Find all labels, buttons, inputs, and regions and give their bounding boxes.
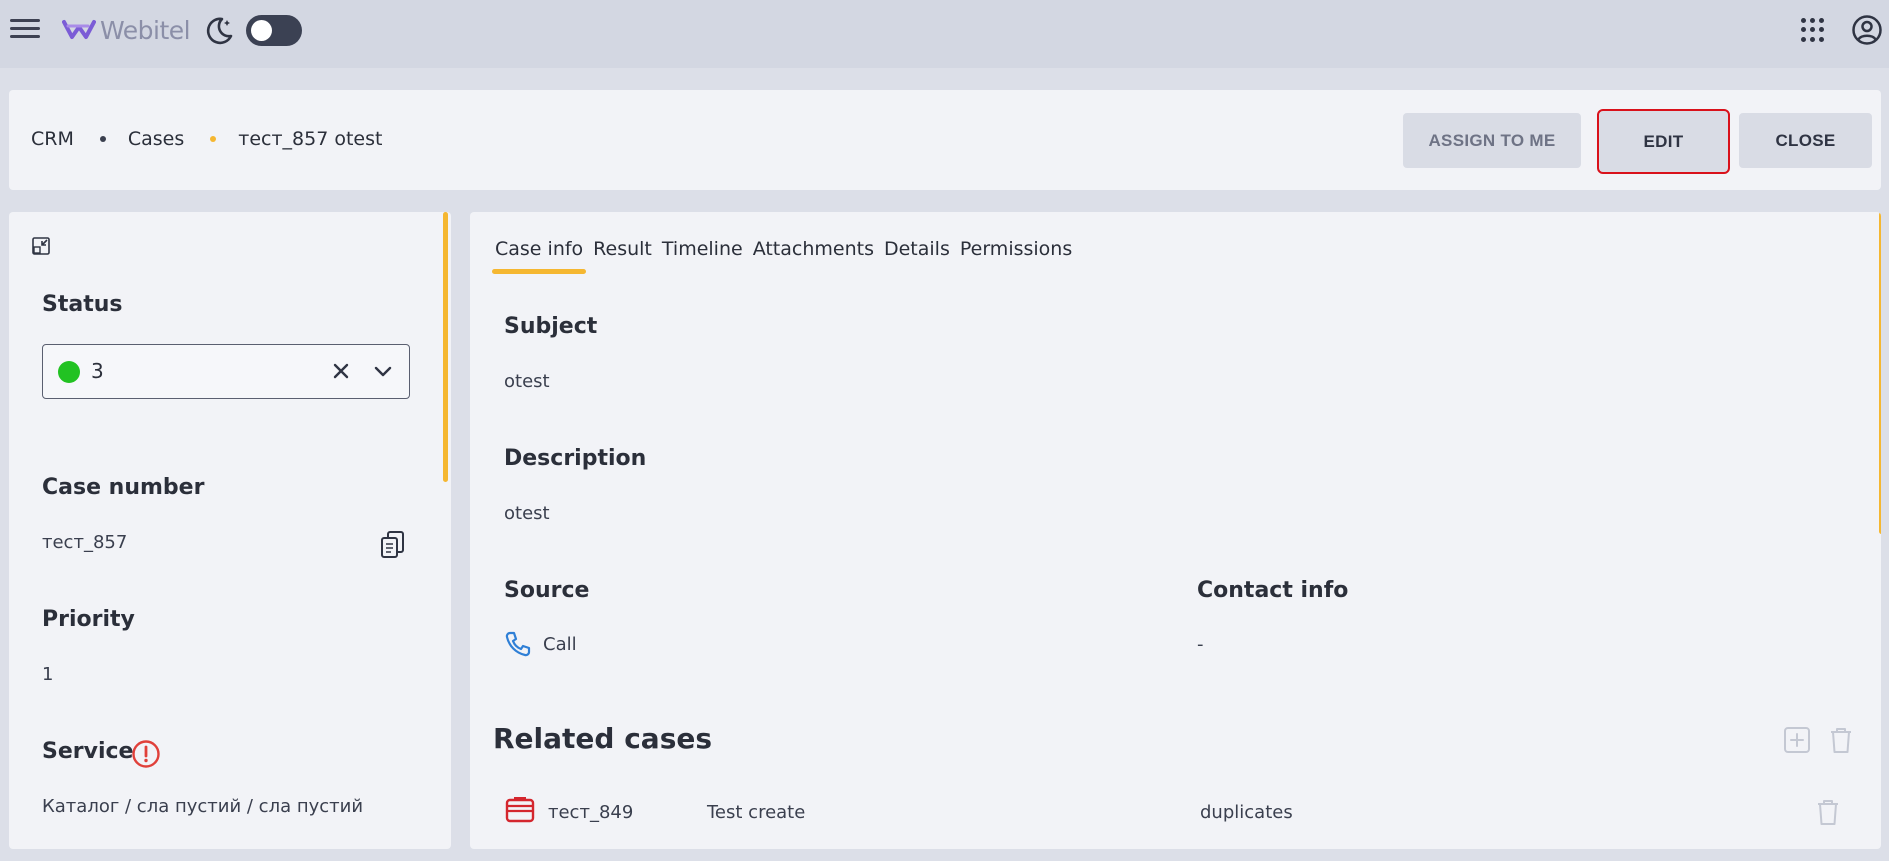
status-color-dot bbox=[58, 361, 80, 383]
related-case-subject: Test create bbox=[707, 802, 806, 823]
breadcrumb: CRM Cases тест_857 otest bbox=[31, 128, 382, 150]
description-value: otest bbox=[504, 503, 550, 524]
subject-value: otest bbox=[504, 371, 550, 392]
related-cases-title: Related cases bbox=[493, 722, 713, 755]
source-value: Call bbox=[543, 634, 577, 655]
subject-label: Subject bbox=[504, 314, 598, 339]
status-value: 3 bbox=[91, 359, 104, 383]
related-case-number[interactable]: тест_849 bbox=[548, 802, 633, 823]
source-label: Source bbox=[504, 578, 590, 603]
tab-permissions[interactable]: Permissions bbox=[960, 238, 1072, 274]
case-sidebar: Status 3 Case number тест_857 Priority 1… bbox=[9, 212, 451, 849]
trash-icon[interactable] bbox=[1827, 725, 1855, 755]
related-case-relation: duplicates bbox=[1200, 802, 1293, 823]
case-tabs: Case info Result Timeline Attachments De… bbox=[491, 238, 1072, 274]
webitel-logo-icon bbox=[62, 20, 96, 39]
breadcrumb-cases[interactable]: Cases bbox=[128, 128, 184, 150]
priority-label: Priority bbox=[42, 607, 135, 632]
breadcrumb-current: тест_857 otest bbox=[238, 128, 383, 150]
breadcrumb-separator bbox=[210, 136, 217, 142]
account-icon[interactable] bbox=[1851, 14, 1883, 46]
tab-result[interactable]: Result bbox=[593, 238, 652, 274]
case-number-value: тест_857 bbox=[42, 532, 128, 553]
case-number-label: Case number bbox=[42, 475, 205, 500]
phone-icon bbox=[505, 631, 531, 657]
sidebar-scrollbar[interactable] bbox=[443, 212, 448, 482]
collapse-icon[interactable] bbox=[31, 236, 51, 256]
status-label: Status bbox=[42, 292, 123, 317]
menu-icon[interactable] bbox=[10, 14, 42, 44]
chevron-down-icon[interactable] bbox=[372, 360, 394, 382]
logo-text: Webitel bbox=[100, 15, 191, 45]
contact-info-label: Contact info bbox=[1197, 578, 1349, 603]
case-folder-icon bbox=[505, 797, 535, 823]
tab-timeline[interactable]: Timeline bbox=[662, 238, 743, 274]
logo[interactable]: Webitel bbox=[62, 12, 191, 48]
trash-icon[interactable] bbox=[1814, 797, 1842, 827]
service-value: Каталог / сла пустий / сла пустий bbox=[42, 796, 364, 817]
close-button[interactable]: CLOSE bbox=[1739, 113, 1872, 168]
tab-details[interactable]: Details bbox=[884, 238, 950, 274]
warning-icon bbox=[132, 740, 160, 768]
service-label: Service bbox=[42, 739, 134, 764]
priority-value: 1 bbox=[42, 664, 54, 685]
copy-icon[interactable] bbox=[380, 530, 406, 560]
case-main-panel: Case info Result Timeline Attachments De… bbox=[470, 212, 1881, 849]
breadcrumb-separator bbox=[99, 136, 106, 142]
top-bar: Webitel bbox=[0, 0, 1889, 68]
case-header: CRM Cases тест_857 otest ASSIGN TO ME ED… bbox=[9, 90, 1881, 190]
tab-case-info[interactable]: Case info bbox=[491, 238, 587, 274]
clear-icon[interactable] bbox=[330, 360, 352, 382]
tab-attachments[interactable]: Attachments bbox=[753, 238, 874, 274]
apps-grid-icon[interactable] bbox=[1801, 18, 1825, 42]
add-icon[interactable] bbox=[1782, 725, 1812, 755]
edit-button[interactable]: EDIT bbox=[1597, 109, 1730, 174]
toggle-knob bbox=[251, 20, 272, 41]
description-label: Description bbox=[504, 446, 647, 471]
contact-info-value: - bbox=[1197, 634, 1204, 655]
status-select[interactable]: 3 bbox=[42, 344, 410, 399]
main-scrollbar[interactable] bbox=[1879, 212, 1881, 534]
breadcrumb-crm[interactable]: CRM bbox=[31, 128, 74, 150]
moon-icon bbox=[206, 17, 233, 45]
dark-mode-toggle[interactable] bbox=[246, 15, 302, 46]
assign-to-me-button[interactable]: ASSIGN TO ME bbox=[1403, 113, 1581, 168]
